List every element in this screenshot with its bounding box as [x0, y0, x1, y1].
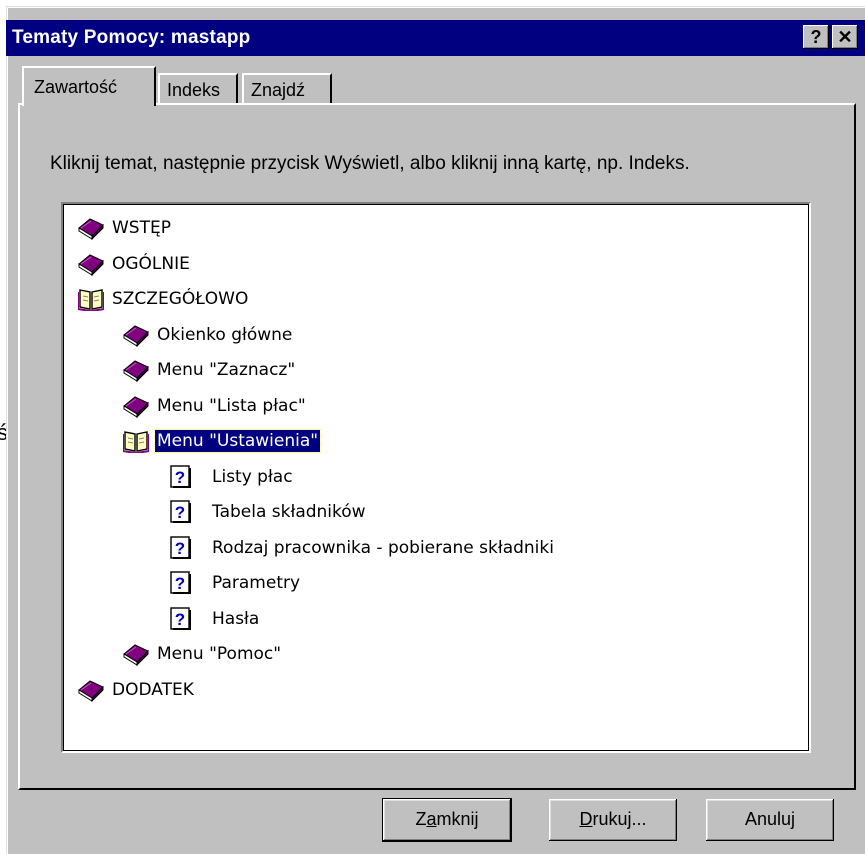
tree-item-label: Rodzaj pracownika - pobierane składniki [212, 537, 554, 558]
cancel-button-label: Anuluj [744, 809, 796, 829]
help-topic-icon: ? [168, 464, 194, 489]
cancel-button[interactable]: Anuluj [706, 799, 834, 841]
closed-book-icon [123, 394, 149, 418]
close-button-label: Zamknij [415, 809, 479, 829]
tree-item[interactable]: Menu "Zaznacz" [123, 355, 297, 385]
open-book-icon [123, 429, 149, 453]
tree-item-label: DODATEK [112, 679, 194, 700]
tree-item-label: WSTĘP [112, 218, 171, 238]
closed-book-icon [78, 678, 104, 702]
svg-text:?: ? [175, 468, 185, 487]
tree-item-label: OGÓLNIE [112, 253, 190, 274]
close-button[interactable]: Zamknij [382, 798, 512, 842]
help-topic-icon: ? [168, 535, 194, 560]
tree-item[interactable]: Okienko główne [123, 320, 294, 350]
help-topic-icon: ? [168, 606, 194, 631]
tree-item-label: Listy płac [212, 466, 293, 487]
tree-item[interactable]: ? Parametry [168, 568, 302, 598]
title-bar[interactable]: Tematy Pomocy: mastapp ? ✕ [6, 20, 865, 56]
tree-item[interactable]: DODATEK [78, 675, 196, 705]
svg-text:?: ? [175, 574, 185, 593]
tree-item-label: Menu "Lista płac" [157, 395, 306, 416]
help-button[interactable]: ? [803, 25, 829, 49]
closed-book-icon [78, 216, 104, 240]
svg-text:?: ? [175, 610, 185, 629]
tree-item-label: SZCZEGÓŁOWO [112, 289, 249, 309]
help-topic-icon: ? [168, 571, 194, 595]
contents-tree[interactable]: WSTĘP OGÓLNIE SZCZEGÓŁOWO Okienko główne… [61, 202, 811, 753]
tree-item[interactable]: Menu "Pomoc" [123, 639, 283, 669]
tree-item[interactable]: ? Listy płac [168, 462, 295, 492]
tree-item-label: Menu "Pomoc" [157, 644, 282, 664]
close-icon[interactable]: ✕ [832, 25, 858, 49]
tree-item[interactable]: Menu "Lista płac" [123, 391, 308, 421]
closed-book-icon [123, 642, 149, 666]
tree-item[interactable]: Menu "Ustawienia" [123, 426, 322, 456]
tree-item[interactable]: OGÓLNIE [78, 249, 192, 279]
print-button[interactable]: Drukuj... [549, 799, 677, 841]
tree-item-label: Parametry [212, 573, 301, 593]
help-topic-icon: ? [168, 500, 194, 524]
tree-item[interactable]: WSTĘP [78, 213, 173, 243]
svg-text:?: ? [175, 503, 185, 522]
help-topics-window: Tematy Pomocy: mastapp ? ✕ Zawartość Ind… [6, 6, 865, 854]
tree-item[interactable]: ? Rodzaj pracownika - pobierane składnik… [168, 533, 556, 563]
tab-index[interactable]: Indeks [158, 73, 238, 103]
tab-find[interactable]: Znajdź [242, 73, 332, 103]
tree-item-label: Menu "Zaznacz" [157, 360, 296, 380]
tree-item[interactable]: ? Hasła [168, 604, 261, 634]
tree-item-label: Hasła [212, 608, 260, 629]
tab-contents[interactable]: Zawartość [22, 66, 156, 106]
window-title: Tematy Pomocy: mastapp [12, 27, 251, 48]
closed-book-icon [78, 252, 104, 276]
tree-item-label: Tabela składników [212, 502, 366, 522]
closed-book-icon [123, 358, 149, 382]
svg-text:?: ? [175, 539, 185, 558]
print-button-label: Drukuj... [579, 809, 647, 829]
tree-item-label: Okienko główne [157, 324, 293, 345]
open-book-icon [78, 287, 104, 311]
instruction-text: Kliknij temat, następnie przycisk Wyświe… [50, 153, 690, 174]
tree-item[interactable]: ? Tabela składników [168, 497, 368, 527]
tree-item[interactable]: SZCZEGÓŁOWO [78, 284, 250, 314]
closed-book-icon [123, 323, 149, 347]
tree-item-label: Menu "Ustawienia" [153, 429, 322, 453]
